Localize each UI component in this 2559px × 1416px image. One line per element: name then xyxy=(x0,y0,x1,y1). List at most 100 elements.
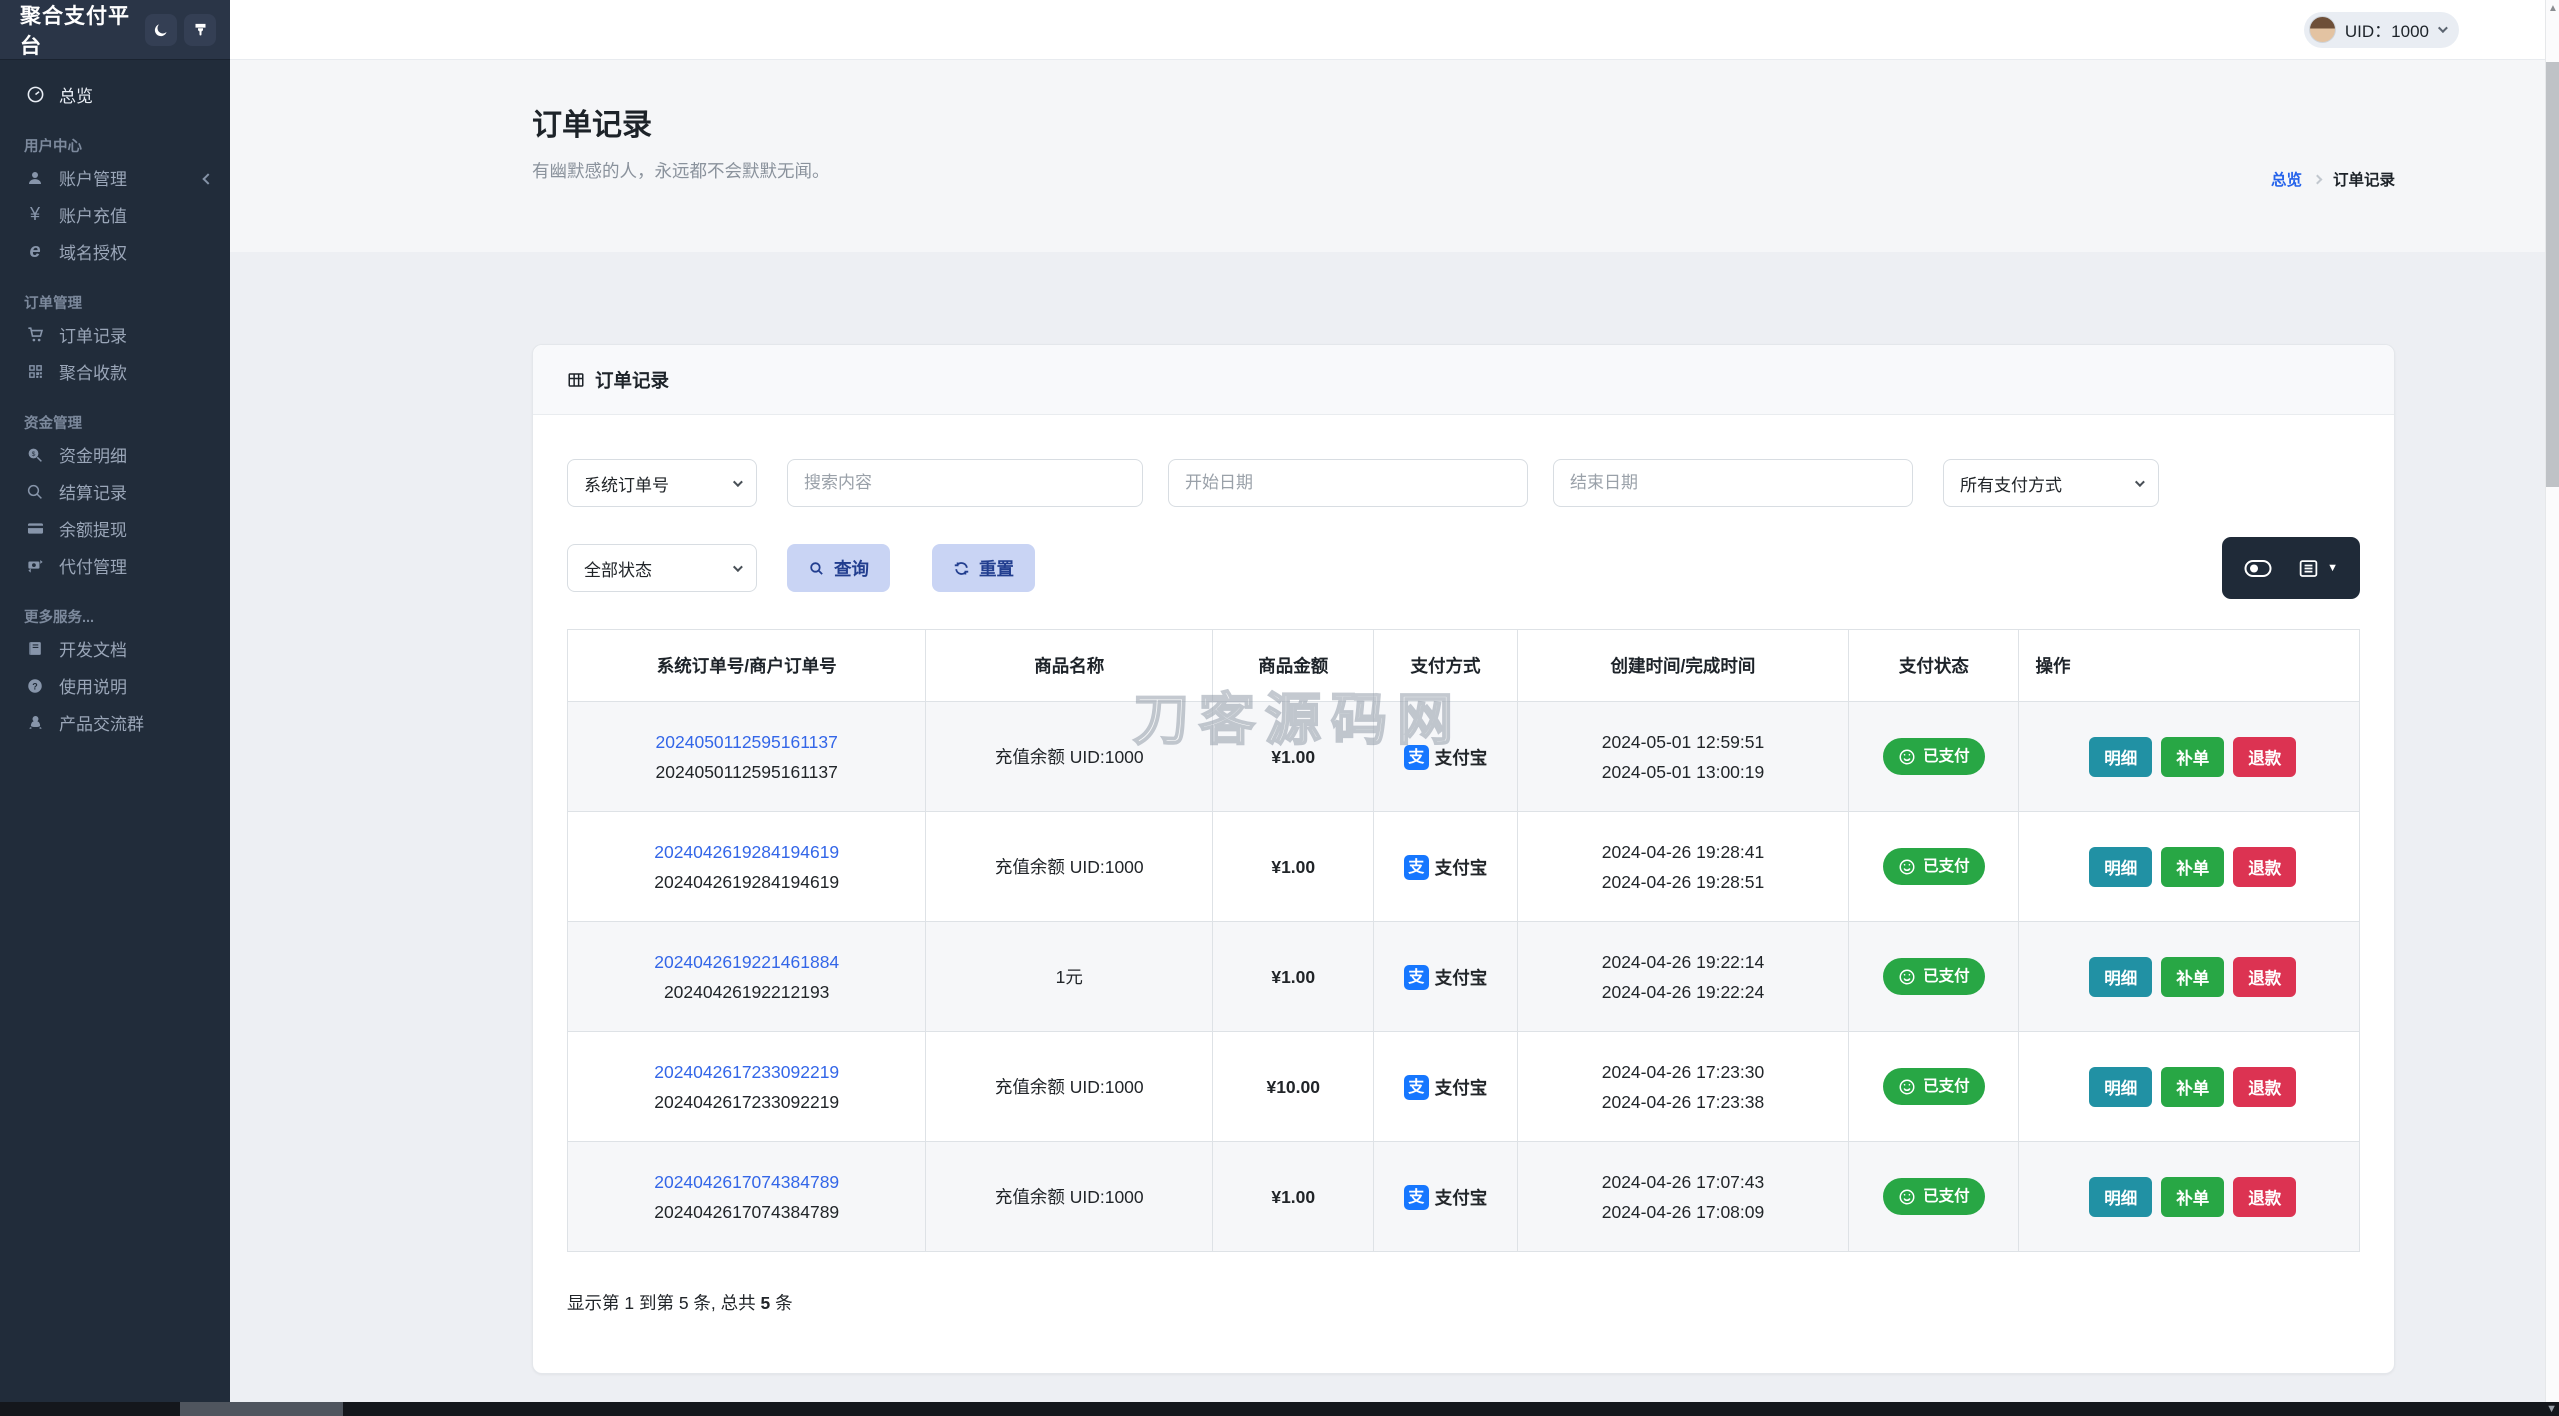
dashboard-icon xyxy=(24,85,46,104)
supplement-button[interactable]: 补单 xyxy=(2161,846,2225,887)
sidebar-item-domain-auth[interactable]: e 域名授权 xyxy=(0,233,230,270)
transfer-icon xyxy=(24,556,46,575)
supplement-button[interactable]: 补单 xyxy=(2161,736,2225,777)
alipay-icon: 支 xyxy=(1403,965,1429,990)
end-date-input[interactable] xyxy=(1553,459,1913,507)
scroll-up-arrow[interactable]: ▲ xyxy=(2548,4,2558,14)
times: 2024-04-26 17:07:43 2024-04-26 17:08:09 xyxy=(1516,1141,1850,1252)
sidebar-item-product-group[interactable]: 产品交流群 xyxy=(0,704,230,741)
col-actions: 操作 xyxy=(2018,629,2360,702)
product-name: 充值余额 UID:1000 xyxy=(925,701,1214,812)
sidebar-item-aggregate-collect[interactable]: 聚合收款 xyxy=(0,353,230,390)
columns-dropdown-button[interactable]: ▼ xyxy=(2298,558,2338,579)
start-date-input[interactable] xyxy=(1168,459,1528,507)
merchant-order-no: 2024042617074384789 xyxy=(654,1201,840,1222)
refund-button[interactable]: 退款 xyxy=(2233,1176,2297,1217)
vertical-scrollbar-thumb[interactable] xyxy=(2546,62,2559,487)
horizontal-scrollbar-thumb[interactable] xyxy=(180,1402,343,1416)
search-icon xyxy=(808,560,825,577)
supplement-button[interactable]: 补单 xyxy=(2161,956,2225,997)
col-status: 支付状态 xyxy=(1848,629,2020,702)
order-number-link[interactable]: 2024042619221461884 xyxy=(568,947,925,977)
refund-button[interactable]: 退款 xyxy=(2233,956,2297,997)
chevron-left-icon xyxy=(202,168,214,188)
col-order-no: 系统订单号/商户订单号 xyxy=(566,629,927,702)
table-row: 2024050112595161137 2024050112595161137 充… xyxy=(566,701,2360,812)
breadcrumb-home-link[interactable]: 总览 xyxy=(2271,168,2302,190)
detail-button[interactable]: 明细 xyxy=(2089,1176,2153,1217)
order-type-select[interactable]: 系统订单号 xyxy=(567,459,757,507)
sidebar-item-dev-docs[interactable]: 开发文档 xyxy=(0,630,230,667)
merchant-order-no: 2024050112595161137 xyxy=(655,761,838,782)
sidebar-item-fund-details[interactable]: $ 资金明细 xyxy=(0,436,230,473)
user-icon xyxy=(24,169,46,187)
order-number-link[interactable]: 2024050112595161137 xyxy=(568,727,925,757)
product-name: 1元 xyxy=(925,921,1214,1032)
refund-button[interactable]: 退款 xyxy=(2233,736,2297,777)
refund-button[interactable]: 退款 xyxy=(2233,1066,2297,1107)
user-menu[interactable]: UID：1000 xyxy=(2303,11,2459,48)
theme-button[interactable] xyxy=(184,13,216,46)
amount: ¥10.00 xyxy=(1212,1031,1375,1142)
pay-method: 支支付宝 xyxy=(1403,963,1487,993)
query-button[interactable]: 查询 xyxy=(787,544,890,592)
sidebar-item-label: 账户充值 xyxy=(59,207,127,226)
sidebar-item-label: 结算记录 xyxy=(59,484,127,503)
pay-method-select[interactable]: 所有支付方式 xyxy=(1943,459,2159,507)
refund-button[interactable]: 退款 xyxy=(2233,846,2297,887)
supplement-button[interactable]: 补单 xyxy=(2161,1176,2225,1217)
sidebar-item-overview[interactable]: 总览 xyxy=(0,76,230,113)
list-icon xyxy=(2298,558,2319,579)
pay-method: 支支付宝 xyxy=(1403,743,1487,773)
search-input[interactable] xyxy=(787,459,1143,507)
filter-row-1: 系统订单号 所有支付方式 xyxy=(567,459,2360,507)
brush-icon xyxy=(193,22,208,37)
sidebar-item-order-records[interactable]: 订单记录 xyxy=(0,316,230,353)
col-method: 支付方式 xyxy=(1373,629,1518,702)
sidebar-item-settlement-records[interactable]: 结算记录 xyxy=(0,473,230,510)
detail-button[interactable]: 明细 xyxy=(2089,846,2153,887)
order-number-link[interactable]: 2024042617233092219 xyxy=(568,1057,925,1087)
uid-label: UID：1000 xyxy=(2344,22,2429,41)
order-number-link[interactable]: 2024042619284194619 xyxy=(568,837,925,867)
vertical-scrollbar[interactable]: ▲ xyxy=(2545,0,2559,1402)
supplement-button[interactable]: 补单 xyxy=(2161,1066,2225,1107)
app-title: 聚合支付平台 xyxy=(20,4,130,58)
alipay-icon: 支 xyxy=(1403,1185,1429,1210)
status-select[interactable]: 全部状态 xyxy=(567,544,757,592)
svg-text:$: $ xyxy=(32,450,36,457)
pay-method: 支支付宝 xyxy=(1403,853,1487,883)
detail-button[interactable]: 明细 xyxy=(2089,956,2153,997)
pay-method: 支支付宝 xyxy=(1403,1183,1487,1213)
product-name: 充值余额 UID:1000 xyxy=(925,811,1214,922)
sidebar-item-label: 开发文档 xyxy=(59,641,127,660)
order-number-link[interactable]: 2024042617074384789 xyxy=(568,1167,925,1197)
scroll-down-arrow[interactable]: ▼ xyxy=(2546,1403,2557,1415)
chevron-right-icon xyxy=(2312,174,2323,184)
table-icon xyxy=(567,371,585,389)
sidebar-item-account-recharge[interactable]: ¥ 账户充值 xyxy=(0,196,230,233)
sidebar-item-account-manage[interactable]: 账户管理 xyxy=(0,159,230,196)
sidebar-item-usage-guide[interactable]: ? 使用说明 xyxy=(0,667,230,704)
chevron-down-icon xyxy=(732,561,743,572)
reset-button[interactable]: 重置 xyxy=(932,544,1035,592)
status-badge: 已支付 xyxy=(1883,848,1985,885)
detail-button[interactable]: 明细 xyxy=(2089,736,2153,777)
browser-icon: e xyxy=(29,240,41,262)
col-times: 创建时间/完成时间 xyxy=(1516,629,1850,702)
sidebar-item-label: 订单记录 xyxy=(59,327,127,346)
sidebar-item-label: 代付管理 xyxy=(59,558,127,577)
moon-icon xyxy=(153,22,169,38)
orders-card: 刀客源码网 订单记录 系统订单号 所有支付方式 xyxy=(532,344,2395,1374)
sidebar-item-withdraw[interactable]: 余额提现 xyxy=(0,510,230,547)
detail-button[interactable]: 明细 xyxy=(2089,1066,2153,1107)
table-row: 2024042619284194619 2024042619284194619 充… xyxy=(566,811,2360,922)
table-summary: 显示第 1 到第 5 条, 总共 5 条 xyxy=(567,1293,793,1313)
horizontal-scrollbar[interactable]: ▼ xyxy=(0,1402,2559,1416)
table-row: 2024042617233092219 2024042617233092219 充… xyxy=(566,1031,2360,1142)
fullscreen-toggle[interactable] xyxy=(2244,559,2272,578)
breadcrumb: 总览 订单记录 xyxy=(2271,168,2395,190)
sidebar-item-label: 产品交流群 xyxy=(59,715,144,734)
sidebar-item-payout-manage[interactable]: 代付管理 xyxy=(0,547,230,584)
dark-mode-button[interactable] xyxy=(145,13,177,46)
